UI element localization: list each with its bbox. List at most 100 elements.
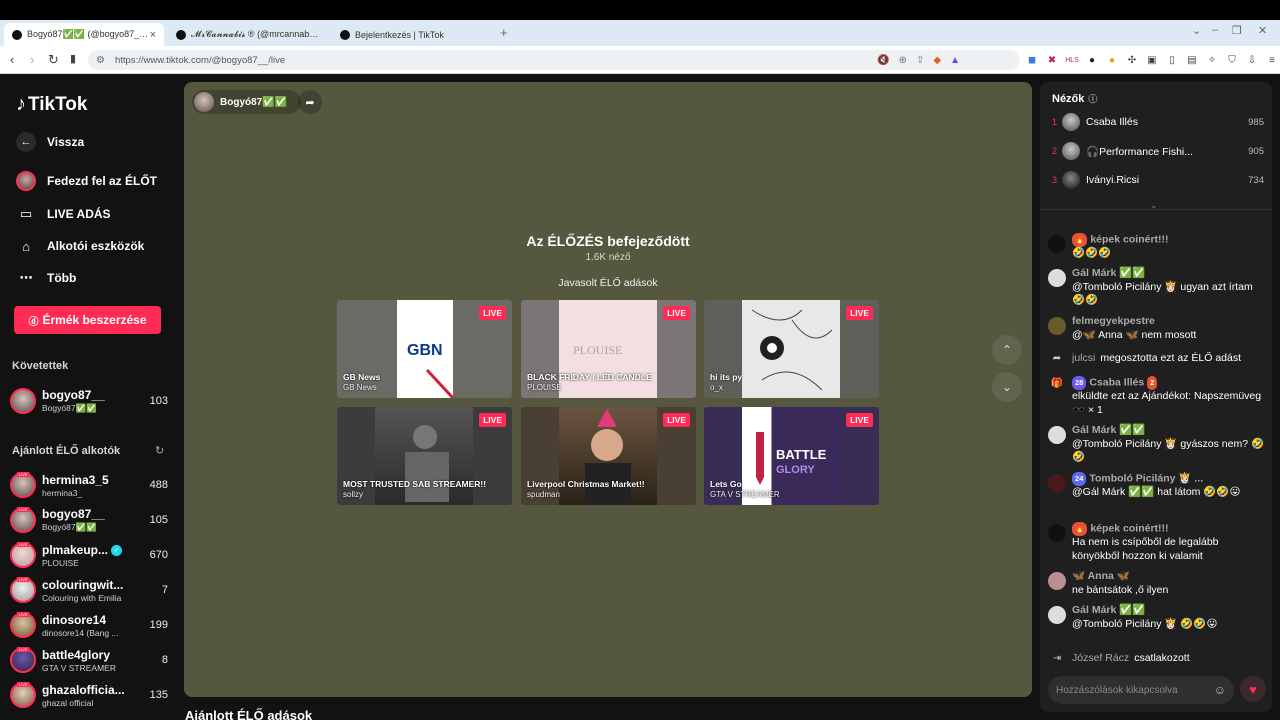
tab-mrcannabis[interactable]: 𝓜𝓻𝓒𝓪𝓷𝓷𝓪𝓫𝓲𝓼 ® (@mrcannabis_) (168, 23, 328, 46)
viewers-header: Nézők ⓘ (1052, 92, 1097, 105)
live-badge: LIVE (16, 577, 30, 582)
card-title: MOST TRUSTED SAB STREAMER!! (343, 479, 487, 489)
top-viewer-row[interactable]: 2 🎧Performance Fishi... 905 (1052, 141, 1264, 161)
tab-bogyo[interactable]: Bogyó87✅✅ (@bogyo87_) É… × (4, 23, 164, 46)
live-badge: LIVE (479, 306, 506, 320)
menu-icon[interactable]: ≡ (1266, 54, 1278, 66)
avatar (1062, 171, 1080, 189)
extension-icon[interactable]: ▣ (1146, 54, 1158, 66)
top-viewer-row[interactable]: 3 Iványi.Ricsi 734 (1052, 170, 1264, 190)
nav-creator-tools[interactable]: ⌂ Alkotói eszközök (16, 236, 144, 256)
close-tab-icon[interactable]: × (150, 29, 156, 41)
minimize-button[interactable]: – (1212, 24, 1218, 36)
tab-login[interactable]: Bejelentkezés | TikTok (332, 23, 492, 46)
share-icon[interactable]: ➦ (298, 90, 322, 114)
maximize-button[interactable]: ❐ (1232, 24, 1242, 37)
refresh-icon[interactable]: ↻ (155, 444, 164, 457)
avatar (1048, 317, 1066, 335)
chat-text: @🦋 Anna 🦋 nem mosott (1072, 328, 1197, 341)
suggested-live-card[interactable]: PLOUISE LIVE BLACK FRIDAY | LED CANDLE P… (521, 300, 696, 398)
user-badge: 🔥 (1072, 233, 1088, 247)
close-window-button[interactable]: ✕ (1258, 24, 1267, 37)
suggested-header: Javasolt ÉLŐ adások (558, 277, 658, 289)
scroll-down-button[interactable]: ⌄ (992, 372, 1022, 402)
suggested-live-card[interactable]: LIVE hi its py o_x (704, 300, 879, 398)
live-badge: LIVE (846, 306, 873, 320)
creator-subtitle: GTA V STREAMER (42, 662, 116, 673)
share-icon: ➦ (1052, 352, 1062, 364)
avatar: LIVE (10, 647, 36, 673)
extension-icon[interactable]: ● (1106, 54, 1118, 66)
new-tab-button[interactable]: + (500, 25, 508, 40)
back-icon[interactable]: ‹ (10, 52, 14, 67)
recommended-item[interactable]: LIVE dinosore14 dinosore14 (Bang ... 199 (10, 609, 168, 641)
wallet-icon[interactable]: ▤ (1186, 54, 1198, 66)
nav-label: Vissza (47, 135, 85, 149)
nav-live-studio[interactable]: ▭ LIVE ADÁS (16, 204, 111, 224)
comment-input[interactable]: Hozzászólások kikapcsolva ☺ (1048, 676, 1234, 704)
like-heart-button[interactable]: ♥ (1240, 676, 1266, 702)
suggested-live-card[interactable]: GBN LIVE GB News GB News (337, 300, 512, 398)
recommended-item[interactable]: LIVE bogyo87__ Bogyó87✅✅ 105 (10, 504, 168, 536)
bookmark-icon[interactable]: ▮ (70, 52, 76, 65)
translate-extension-icon[interactable]: ◼ (1026, 54, 1038, 66)
fire-badge: 🔥 (1072, 522, 1088, 536)
download-icon[interactable]: ⇩ (1246, 54, 1258, 66)
forward-icon[interactable]: › (30, 52, 34, 67)
host-pill[interactable]: Bogyó87✅✅ (192, 90, 302, 114)
info-icon[interactable]: ⓘ (1088, 94, 1097, 104)
creator-subtitle: dinosore14 (Bang ... (42, 627, 119, 638)
window-titlebar (0, 0, 1280, 20)
x-extension-icon[interactable]: ✖ (1046, 54, 1058, 66)
avatar (1048, 606, 1066, 624)
share-icon[interactable]: ⇪ (916, 55, 924, 66)
address-bar[interactable]: ⚙ https://www.tiktok.com/@bogyo87__/live… (88, 50, 1020, 70)
recommended-item[interactable]: LIVE colouringwit... Colouring with Emili… (10, 574, 168, 606)
chat-username: Gál Márk ✅✅ (1072, 267, 1146, 279)
live-badge: LIVE (16, 472, 30, 477)
chat-text: @Tomboló Picilány 👸🏻 ugyan azt írtam 🤣🤣 (1072, 280, 1253, 307)
emoji-icon[interactable]: ☺ (1214, 683, 1226, 697)
tab-search-icon[interactable]: ⌄ (1192, 24, 1201, 37)
card-subtitle: GB News (343, 383, 377, 392)
chat-message: 🦋 Anna 🦋 ne bántsátok ,ő ilyen (1048, 570, 1266, 597)
viewer-rank: 1 (1052, 117, 1058, 127)
brave-rewards-icon[interactable]: ▲ (950, 55, 960, 66)
nav-more[interactable]: ⋯ Több (16, 268, 77, 288)
comment-placeholder: Hozzászólások kikapcsolva (1056, 684, 1178, 696)
chat-text: ne bántsátok ,ő ilyen (1072, 583, 1169, 596)
nav-label: Alkotói eszközök (47, 239, 145, 253)
top-viewer-row[interactable]: 1 Csaba Illés 985 (1052, 112, 1264, 132)
reload-icon[interactable]: ↻ (48, 52, 59, 68)
get-coins-button[interactable]: ⓓ Érmék beszerzése (14, 306, 161, 334)
avatar (1048, 572, 1066, 590)
recommended-item[interactable]: LIVE battle4glory GTA V STREAMER 8 (10, 644, 168, 676)
puzzle-icon[interactable]: ✣ (1126, 54, 1138, 66)
recommended-item[interactable]: LIVE hermina3_5 hermina3_ 488 (10, 469, 168, 501)
scroll-up-button[interactable]: ⌃ (992, 335, 1022, 365)
recommended-item[interactable]: LIVE plmakeup... ✓ PLOUISE 670 (10, 539, 168, 571)
tiktok-logo[interactable]: ♪ TikTok (16, 93, 87, 116)
vpn-icon[interactable]: ⛉ (1226, 54, 1238, 66)
svg-text:PLOUISE: PLOUISE (573, 343, 622, 357)
zoom-icon[interactable]: ⊕ (899, 55, 907, 66)
suggested-live-card[interactable]: LIVE MOST TRUSTED SAB STREAMER!! sollzy (337, 407, 512, 505)
nav-explore-live[interactable]: Fedezd fel az ÉLŐT (16, 171, 157, 191)
brave-shield-icon[interactable]: ◆ (933, 55, 941, 66)
suggested-live-card[interactable]: LIVE Liverpool Christmas Market!! spudma… (521, 407, 696, 505)
recommended-item[interactable]: LIVE ghazalofficia... ghazal official 135 (10, 679, 168, 711)
nav-back[interactable]: ← Vissza (16, 132, 84, 152)
recommended-header: Ajánlott ÉLŐ alkotók (12, 445, 121, 457)
mute-icon[interactable]: 🔇 (877, 55, 889, 66)
site-info-icon[interactable]: ⚙ (96, 55, 105, 66)
extension-icon[interactable]: ● (1086, 54, 1098, 66)
leo-icon[interactable]: ✧ (1206, 54, 1218, 66)
tab-title: Bejelentkezés | TikTok (355, 29, 444, 40)
suggested-live-card[interactable]: BATTLE GLORY LIVE Lets Go GTA V STREAMER (704, 407, 879, 505)
live-badge: LIVE (479, 413, 506, 427)
viewers-title: Nézők (1052, 93, 1085, 105)
sidebar-icon[interactable]: ▯ (1166, 54, 1178, 66)
following-item[interactable]: bogyo87__ Bogyó87✅✅ 103 (10, 385, 168, 417)
chat-text: Ha nem is csípőből de legalább könyökből… (1072, 536, 1219, 562)
hls-extension-icon[interactable]: HLS (1065, 54, 1079, 66)
